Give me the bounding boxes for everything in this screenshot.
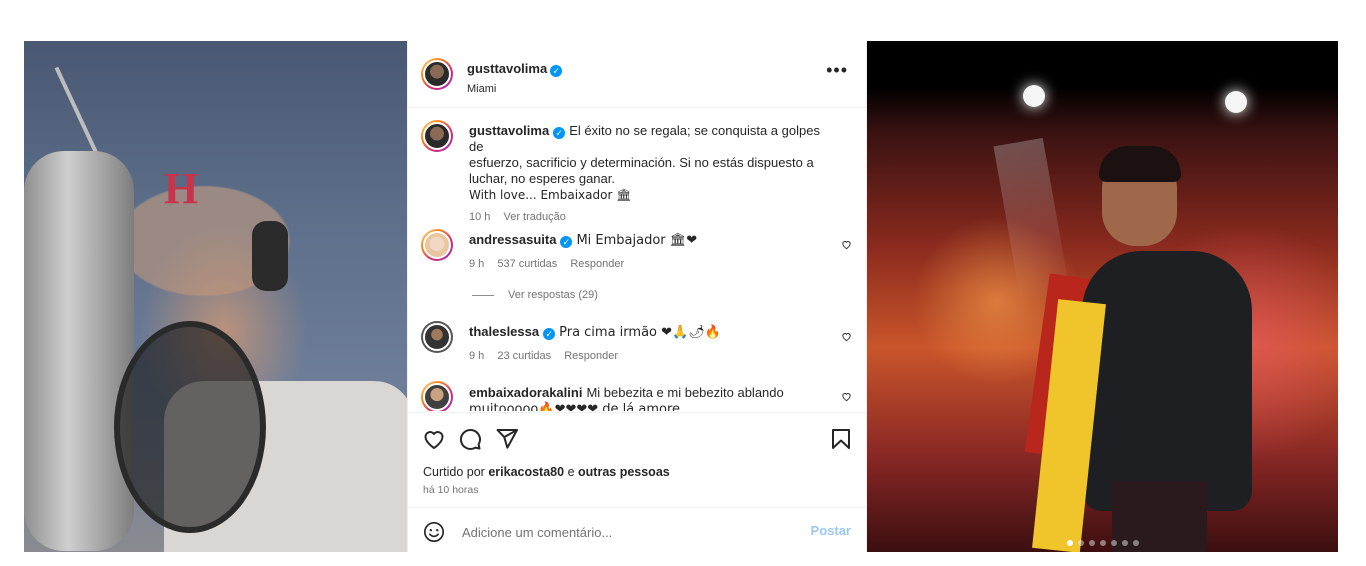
carousel-dot[interactable] [1077,540,1084,546]
comment-body: Mi bebezita e mi bebezito ablando [586,385,784,400]
comment-text: thaleslessa ✓ Pra cima irmão ❤🙏🌶🔥 9 h 23 c… [469,324,821,364]
performer-hair [1099,146,1181,182]
post-location[interactable]: Miami [467,83,562,95]
caption-time: 10 h [469,211,491,223]
caption-line: luchar, no esperes ganar. [469,171,615,186]
commenter-username[interactable]: andressasuita [469,232,556,247]
author-username[interactable]: gusttavolima [467,61,547,76]
comment-time: 9 h [469,258,485,270]
comment-meta: 9 h 537 curtidas Responder [469,256,821,272]
comment-likes[interactable]: 537 curtidas [497,258,557,270]
comment-icon[interactable] [458,427,482,451]
commenter-avatar[interactable] [421,321,453,353]
commenter-username[interactable]: thaleslessa [469,324,539,339]
view-replies-link[interactable]: Ver respostas (29) [472,289,598,301]
post-button[interactable]: Postar [811,523,851,538]
cap-logo: H [164,164,199,213]
comment-time: 9 h [469,350,485,362]
comment-body: Mi Embajador 🏛❤ [576,233,698,248]
heart-icon[interactable] [422,427,446,451]
commenter-username[interactable]: embaixadorakalini [469,385,582,400]
comment-text: andressasuita ✓ Mi Embajador 🏛❤ 9 h 537 cu… [469,232,821,272]
headphone [252,221,288,291]
carousel-dot[interactable] [1121,540,1128,546]
caption-line: esfuerzo, sacrificio y determinación. Si… [469,155,814,170]
comment-likes[interactable]: 23 curtidas [497,350,551,362]
carousel-dot[interactable] [1132,540,1139,546]
carousel-dot[interactable] [1088,540,1095,546]
caption-avatar[interactable] [421,120,453,152]
see-translation-link[interactable]: Ver tradução [503,211,565,223]
comment-text: embaixadorakalini Mi bebezita e mi bebezi… [469,385,821,411]
caption-text: gusttavolima ✓ El éxito no se regala; se c… [469,123,821,225]
divider [472,294,494,296]
verified-icon: ✓ [550,65,563,77]
more-options-icon[interactable]: ••• [826,61,848,79]
performer [1082,251,1252,511]
comment: andressasuita ✓ Mi Embajador 🏛❤ 9 h 537 cu… [408,229,866,309]
caption: gusttavolima ✓ El éxito no se regala; se c… [408,120,866,223]
heart-icon[interactable] [841,391,852,402]
heart-icon[interactable] [841,331,852,342]
studio-microphone [24,151,134,551]
emoji-icon[interactable] [423,521,445,543]
comment-body: muitooooo🔥❤❤❤❤ de lá amore [469,402,681,411]
comment-input[interactable] [460,520,794,544]
add-comment-bar: Postar [408,507,866,553]
caption-username[interactable]: gusttavolima [469,123,549,138]
likes-prefix: Curtido por [423,465,485,479]
carousel-dot[interactable] [1110,540,1117,546]
author-info: gusttavolima ✓ Miami [467,60,563,95]
stage-light [1225,91,1247,113]
likes-summary: Curtido por erikacosta80 e outras pessoa… [423,465,670,479]
comment: thaleslessa ✓ Pra cima irmão ❤🙏🌶🔥 9 h 23 c… [408,321,866,371]
verified-icon: ✓ [543,328,556,340]
post-actions: Curtido por erikacosta80 e outras pessoa… [408,412,866,508]
pop-filter [114,321,266,533]
view-replies-label[interactable]: Ver respostas (29) [508,289,598,301]
comment-body: Pra cima irmão ❤🙏🌶🔥 [559,325,721,340]
heart-icon[interactable] [841,239,852,250]
author-avatar[interactable] [421,58,453,90]
reply-link[interactable]: Responder [564,350,618,362]
comment-meta: 9 h 23 curtidas Responder [469,348,821,364]
left-photo: H [24,41,407,552]
commenter-avatar[interactable] [421,381,453,411]
bookmark-icon[interactable] [829,427,853,451]
share-icon[interactable] [495,427,519,451]
reply-link[interactable]: Responder [570,258,624,270]
post-panel: gusttavolima ✓ Miami ••• gusttavolima ✓ El … [407,41,867,552]
carousel-dot[interactable] [1099,540,1106,546]
post-header: gusttavolima ✓ Miami ••• [408,41,866,108]
caption-line: With love... Embaixador 🏛 [469,188,632,202]
carousel-dot[interactable] [1066,540,1073,546]
carousel-dots [867,540,1338,546]
verified-icon: ✓ [553,127,566,139]
stage-light [1023,85,1045,107]
others-link[interactable]: outras pessoas [578,465,670,479]
comment: embaixadorakalini Mi bebezita e mi bebezi… [408,381,866,411]
post-time[interactable]: há 10 horas [423,484,478,496]
likes-conj: e [567,465,575,479]
caption-meta: 10 h Ver tradução [469,209,821,225]
verified-icon: ✓ [560,236,573,248]
commenter-avatar[interactable] [421,229,453,261]
liker-username[interactable]: erikacosta80 [488,465,564,479]
comments-list: gusttavolima ✓ El éxito no se regala; se c… [408,108,866,411]
right-photo[interactable] [867,41,1338,552]
